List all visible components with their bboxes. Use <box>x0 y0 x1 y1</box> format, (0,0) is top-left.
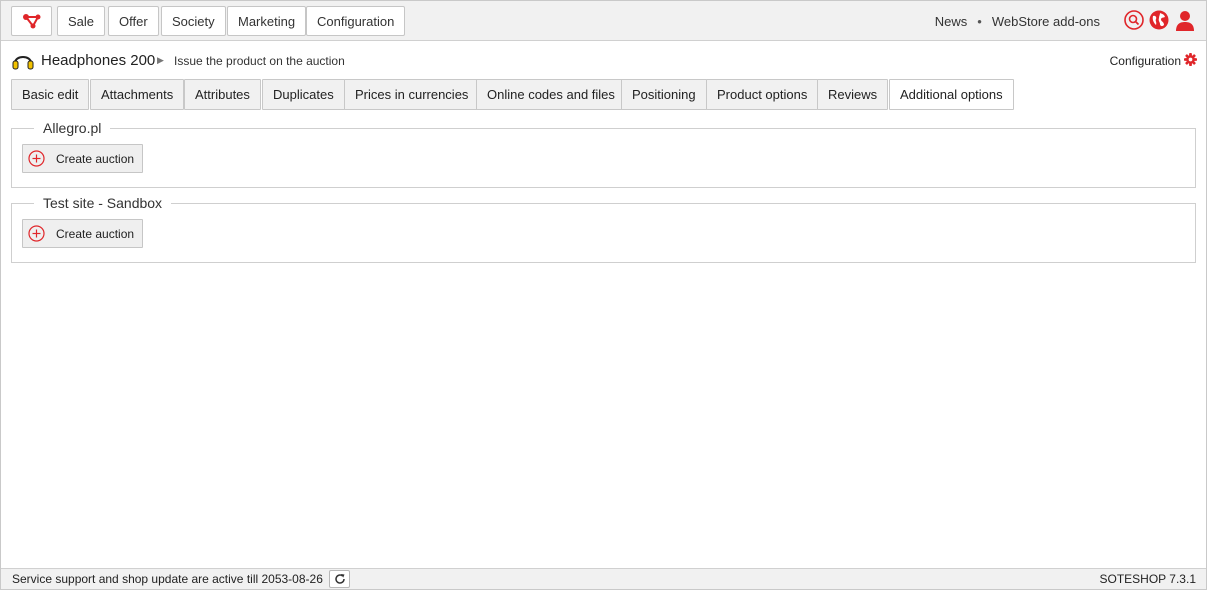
nav-offer[interactable]: Offer <box>108 6 159 36</box>
home-logo-button[interactable] <box>11 6 52 36</box>
product-title: Headphones 200 <box>41 52 156 69</box>
group-legend: Allegro.pl <box>34 120 111 136</box>
tab-attachments[interactable]: Attachments <box>90 79 185 110</box>
globe-icon[interactable] <box>1149 10 1169 30</box>
nav-society[interactable]: Society <box>161 6 226 36</box>
tab-positioning[interactable]: Positioning <box>621 79 707 110</box>
top-navigation-bar: Sale Offer Society Marketing Configurati… <box>1 1 1206 41</box>
tab-online-codes-and-files[interactable]: Online codes and files <box>476 79 626 110</box>
create-auction-label: Create auction <box>56 226 135 241</box>
tab-duplicates[interactable]: Duplicates <box>262 79 345 110</box>
breadcrumb-arrow-icon: ▶ <box>157 55 164 65</box>
tab-prices-in-currencies[interactable]: Prices in currencies <box>344 79 480 110</box>
search-icon[interactable] <box>1124 10 1144 30</box>
link-separator: • <box>977 14 982 29</box>
breadcrumb: Headphones 200 ▶ Issue the product on th… <box>12 49 1197 71</box>
auction-group-allegro: Allegro.pl Create auction <box>11 120 1196 188</box>
nav-configuration[interactable]: Configuration <box>306 6 406 36</box>
tab-additional-options[interactable]: Additional options <box>889 79 1014 110</box>
tab-reviews[interactable]: Reviews <box>817 79 889 110</box>
create-auction-button[interactable]: Create auction <box>22 219 143 248</box>
refresh-button[interactable] <box>329 570 350 588</box>
user-icon[interactable] <box>1175 10 1195 32</box>
nav-marketing[interactable]: Marketing <box>227 6 307 36</box>
gear-icon[interactable] <box>1184 53 1197 66</box>
create-auction-label: Create auction <box>56 151 135 166</box>
top-links: News • WebStore add-ons <box>935 14 1100 29</box>
configuration-link[interactable]: Configuration <box>1110 54 1181 68</box>
nav-sale[interactable]: Sale <box>57 6 106 36</box>
support-status-text: Service support and shop update are acti… <box>12 572 323 586</box>
page-subtitle: Issue the product on the auction <box>174 54 345 68</box>
tab-attributes[interactable]: Attributes <box>184 79 261 110</box>
group-legend: Test site - Sandbox <box>34 195 172 211</box>
top-icons <box>1124 10 1195 32</box>
version-label: SOTESHOP 7.3.1 <box>1099 572 1197 586</box>
refresh-icon <box>334 574 345 584</box>
status-footer: Service support and shop update are acti… <box>1 568 1206 589</box>
headphones-icon <box>12 56 34 70</box>
tab-basic-edit[interactable]: Basic edit <box>11 79 90 110</box>
create-auction-button[interactable]: Create auction <box>22 144 143 173</box>
plus-circle-icon <box>28 150 45 167</box>
news-link[interactable]: News <box>935 14 968 29</box>
plus-circle-icon <box>28 225 45 242</box>
webstore-addons-link[interactable]: WebStore add-ons <box>992 14 1100 29</box>
soteshop-logo-icon <box>22 14 40 29</box>
tab-product-options[interactable]: Product options <box>706 79 819 110</box>
auction-group-sandbox: Test site - Sandbox Create auction <box>11 195 1196 263</box>
